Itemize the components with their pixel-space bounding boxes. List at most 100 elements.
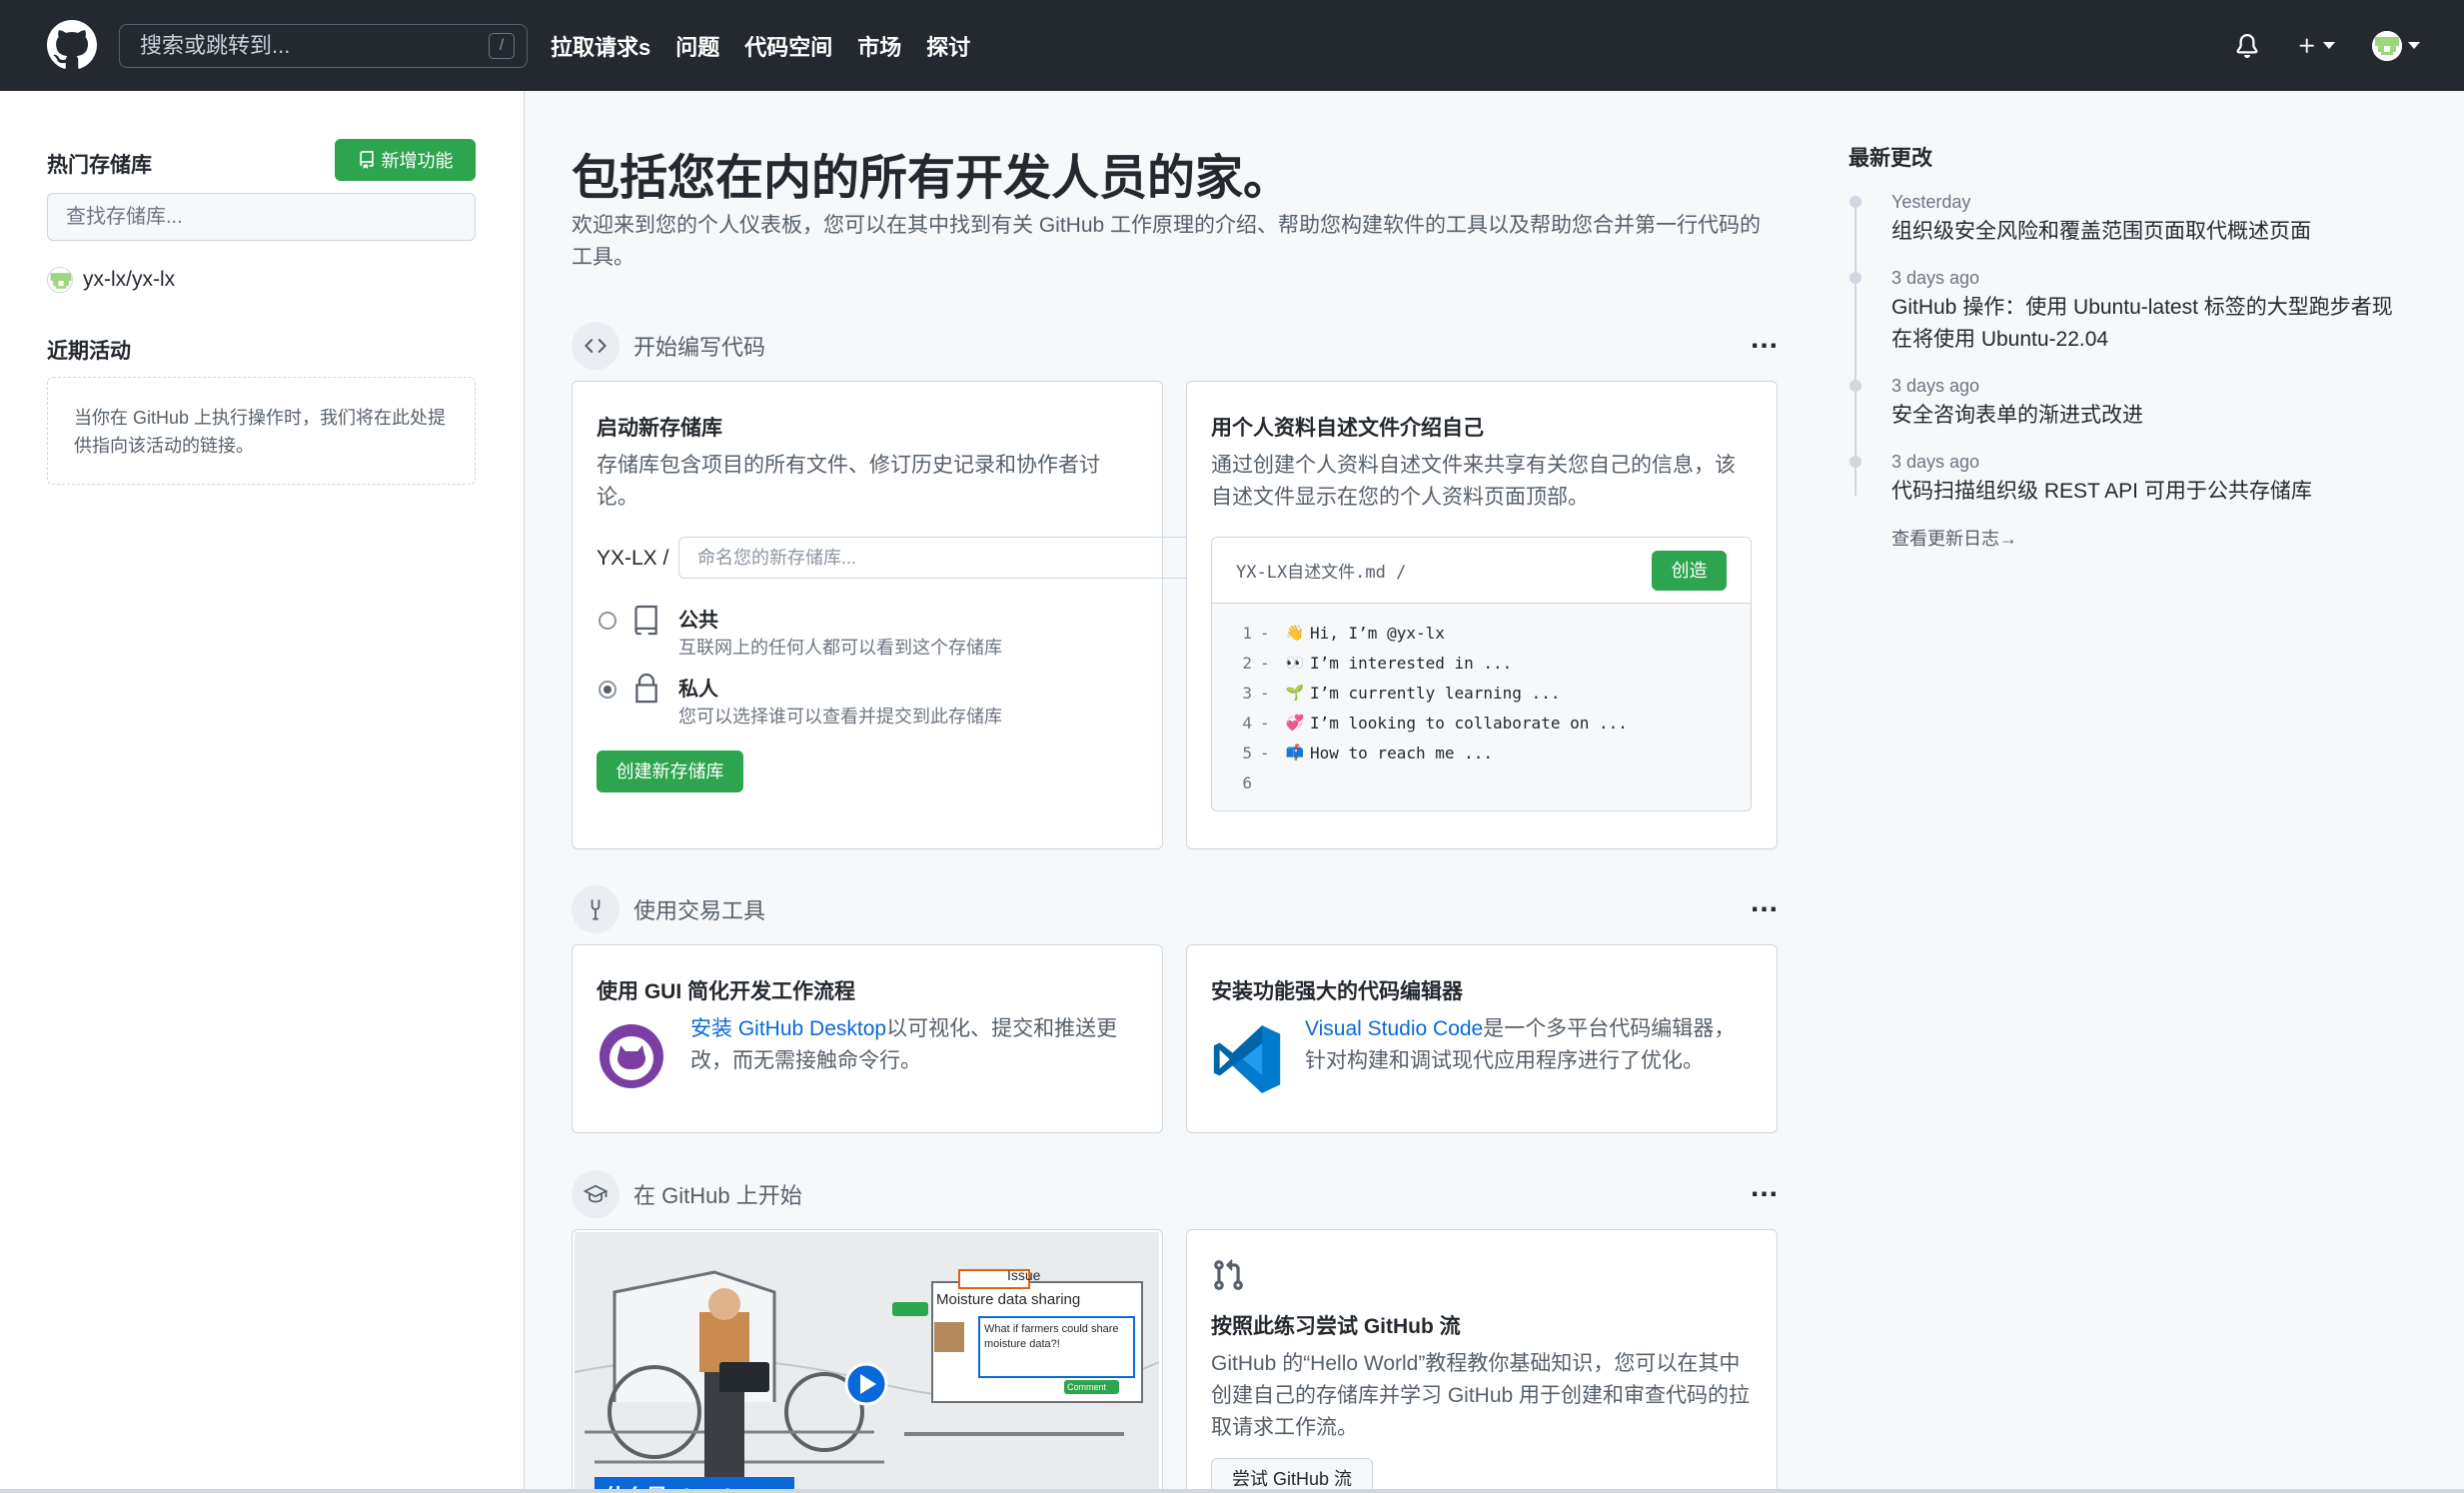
nav-explore[interactable]: 探讨 bbox=[926, 30, 970, 62]
section-title: 使用交易工具 bbox=[633, 898, 766, 923]
repo-owner-label: YX-LX / bbox=[597, 547, 669, 570]
git-pull-request-icon bbox=[1214, 1259, 1243, 1290]
tools-icon bbox=[572, 885, 619, 933]
view-changelog-link[interactable]: 查看更新日志→ bbox=[1891, 525, 2017, 551]
lock-icon bbox=[635, 673, 657, 704]
card-description: 通过创建个人资料自述文件来共享有关您自己的信息，该自述文件显示在您的个人资料页面… bbox=[1211, 454, 1736, 509]
find-repository-input[interactable]: 查找存储库... bbox=[47, 193, 476, 241]
section-menu-button[interactable]: ... bbox=[1751, 322, 1779, 356]
install-desktop-link[interactable]: 安装 GitHub Desktop bbox=[690, 1017, 886, 1040]
timeline-dot bbox=[1849, 196, 1861, 208]
timeline-dot bbox=[1849, 380, 1861, 392]
user-menu-dropdown[interactable] bbox=[2370, 30, 2422, 61]
new-repository-card: 启动新存储库 存储库包含项目的所有文件、修订历史记录和协作者讨论。 YX-LX … bbox=[572, 381, 1253, 849]
code-line: 3- 🌱 I’m currently learning ... bbox=[1242, 683, 1561, 703]
github-flow-card: 按照此练习尝试 GitHub 流 GitHub 的“Hello World”教程… bbox=[1186, 1229, 1778, 1493]
recent-activity-title: 近期活动 bbox=[47, 340, 131, 363]
nav-pull-requests[interactable]: 拉取请求s bbox=[551, 30, 650, 62]
readme-toolbar: YX-LX自述文件.md / 创造 bbox=[1212, 538, 1751, 604]
code-line: 1- 👋 Hi, I’m @yx-lx bbox=[1242, 623, 1445, 643]
new-button-label: 新增功能 bbox=[381, 151, 454, 171]
recent-activity-empty-state: 当你在 GitHub 上执行操作时，我们将在此处提供指向该活动的链接。 bbox=[47, 377, 476, 485]
private-label: 私人 bbox=[678, 679, 718, 701]
create-repository-button[interactable]: 创建新存储库 bbox=[597, 750, 743, 792]
code-line: 5- 📫 How to reach me ... bbox=[1242, 743, 1494, 762]
repo-name: yx-lx/yx-lx bbox=[83, 268, 176, 291]
change-link[interactable]: GitHub 操作：使用 Ubuntu-latest 标签的大型跑步者现在将使用… bbox=[1891, 292, 2411, 356]
notifications-bell-icon[interactable] bbox=[2232, 31, 2262, 61]
global-search-input[interactable]: 搜索或跳转到... / bbox=[119, 24, 528, 68]
seedling-icon: 🌱 bbox=[1285, 684, 1305, 702]
timeline-line bbox=[1854, 196, 1856, 496]
readme-editor-preview: YX-LX自述文件.md / 创造 1- 👋 Hi, I’m @yx-lx 2- 👀 I… bbox=[1211, 537, 1752, 811]
new-repository-button[interactable]: 新增功能 bbox=[335, 139, 476, 181]
card-title: 按照此练习尝试 GitHub 流 bbox=[1211, 1315, 1461, 1338]
public-label: 公共 bbox=[678, 610, 718, 632]
repo-icon bbox=[359, 151, 374, 169]
vscode-icon bbox=[1213, 1025, 1281, 1093]
change-link[interactable]: 安全咨询表单的渐进式改进 bbox=[1891, 400, 2411, 432]
github-desktop-card: 使用 GUI 简化开发工作流程 安装 GitHub Desktop以可视化、提交… bbox=[572, 944, 1163, 1133]
plus-icon bbox=[2299, 38, 2314, 53]
card-title: 启动新存储库 bbox=[597, 417, 722, 440]
card-title: 使用 GUI 简化开发工作流程 bbox=[597, 980, 856, 1003]
page-description: 欢迎来到您的个人仪表板，您可以在其中找到有关 GitHub 工作原理的介绍、帮助… bbox=[572, 214, 1762, 269]
what-is-github-video-card[interactable]: Issue Moisture data sharing What if farm… bbox=[572, 1229, 1163, 1493]
comment-button: Comment bbox=[1067, 1382, 1107, 1392]
video-thumbnail[interactable]: Issue Moisture data sharing What if farm… bbox=[575, 1232, 1159, 1493]
repo-link-yx-lx[interactable]: yx-lx/yx-lx bbox=[47, 267, 175, 293]
private-radio[interactable] bbox=[599, 681, 616, 699]
eyes-icon: 👀 bbox=[1285, 654, 1305, 672]
chevron-down-icon bbox=[2408, 42, 2420, 49]
chevron-down-icon bbox=[2323, 42, 2335, 49]
issue-comment: What if farmers could share moisture dat… bbox=[984, 1323, 1119, 1350]
create-new-dropdown[interactable] bbox=[2292, 31, 2340, 61]
vscode-link[interactable]: Visual Studio Code bbox=[1305, 1017, 1483, 1040]
create-readme-button[interactable]: 创造 bbox=[1652, 551, 1727, 591]
code-icon bbox=[572, 322, 619, 370]
section-title: 开始编写代码 bbox=[633, 335, 766, 360]
card-description: Visual Studio Code是一个多平台代码编辑器，针对构建和调试现代应… bbox=[1305, 1017, 1736, 1072]
nav-marketplace[interactable]: 市场 bbox=[857, 30, 901, 62]
nav-issues[interactable]: 问题 bbox=[675, 30, 719, 62]
code-line: 6 bbox=[1242, 772, 1252, 792]
nav-codespaces[interactable]: 代码空间 bbox=[744, 30, 832, 62]
section-menu-button[interactable]: ... bbox=[1751, 885, 1779, 919]
search-shortcut-key: / bbox=[489, 33, 515, 59]
latest-changes-title: 最新更改 bbox=[1848, 147, 1932, 170]
change-link[interactable]: 代码扫描组织级 REST API 可用于公共存储库 bbox=[1891, 476, 2411, 508]
search-placeholder: 搜索或跳转到... bbox=[140, 33, 291, 58]
card-description: 存储库包含项目的所有文件、修订历史记录和协作者讨论。 bbox=[597, 454, 1100, 509]
code-line: 4- 💞 I’m looking to collaborate on ... bbox=[1242, 713, 1628, 733]
section-get-started: 在 GitHub 上开始 bbox=[572, 1170, 802, 1218]
try-github-flow-button[interactable]: 尝试 GitHub 流 bbox=[1211, 1458, 1373, 1493]
readme-code: 1- 👋 Hi, I’m @yx-lx 2- 👀 I’m interested in .… bbox=[1212, 604, 1751, 810]
public-radio[interactable] bbox=[599, 612, 616, 630]
card-description: 安装 GitHub Desktop以可视化、提交和推送更改，而无需接触命令行。 bbox=[690, 1017, 1118, 1072]
timeline-dot bbox=[1849, 456, 1861, 468]
card-description: GitHub 的“Hello World”教程教你基础知识，您可以在其中创建自己… bbox=[1211, 1352, 1751, 1439]
change-link[interactable]: 组织级安全风险和覆盖范围页面取代概述页面 bbox=[1891, 216, 2411, 248]
window-bottom-border bbox=[0, 1489, 2464, 1493]
issue-title: Moisture data sharing bbox=[936, 1291, 1081, 1308]
waving-hand-icon: 👋 bbox=[1285, 624, 1305, 642]
hearts-icon: 💞 bbox=[1285, 714, 1305, 732]
public-description: 互联网上的任何人都可以看到这个存储库 bbox=[678, 638, 1002, 658]
private-description: 您可以选择谁可以查看并提交到此存储库 bbox=[678, 707, 1002, 727]
code-line: 2- 👀 I’m interested in ... bbox=[1242, 653, 1513, 673]
avatar bbox=[47, 267, 73, 293]
card-title: 用个人资料自述文件介绍自己 bbox=[1211, 417, 1484, 440]
change-date: 3 days ago bbox=[1891, 268, 1980, 288]
timeline-dot bbox=[1849, 272, 1861, 284]
section-menu-button[interactable]: ... bbox=[1751, 1170, 1779, 1204]
mortar-board-icon bbox=[572, 1170, 619, 1218]
repo-icon bbox=[634, 605, 657, 636]
issue-tab-label: Issue bbox=[1007, 1267, 1041, 1283]
change-date: Yesterday bbox=[1891, 192, 1971, 212]
github-logo-icon[interactable] bbox=[47, 20, 97, 70]
section-title: 在 GitHub 上开始 bbox=[633, 1183, 802, 1208]
left-sidebar: 热门存储库 新增功能 查找存储库... yx-lx/yx-lx 近期活动 当你在… bbox=[0, 91, 525, 1493]
card-title: 安装功能强大的代码编辑器 bbox=[1211, 980, 1463, 1003]
repository-name-input[interactable]: 命名您的新存储库... bbox=[678, 537, 1253, 579]
top-repositories-title: 热门存储库 bbox=[47, 154, 152, 177]
